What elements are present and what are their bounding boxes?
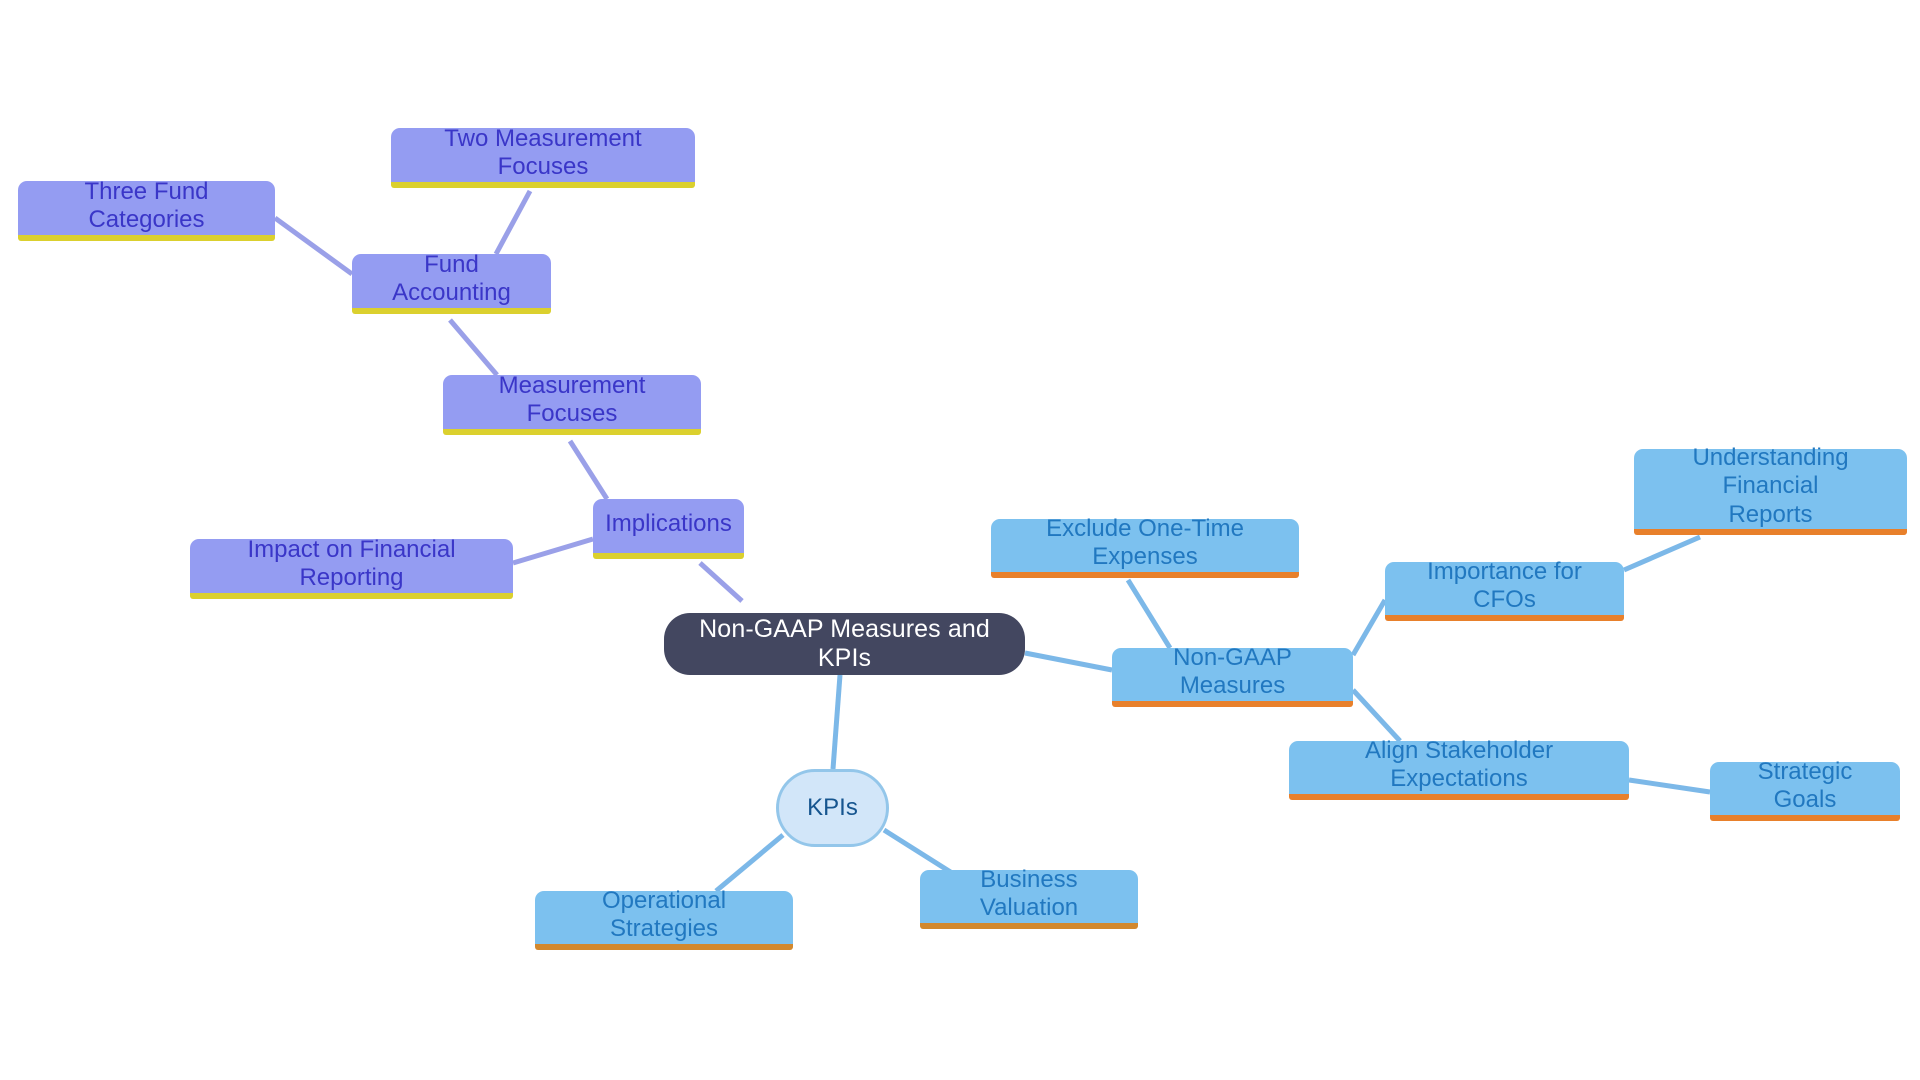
node-root[interactable]: Non-GAAP Measures and KPIs	[664, 613, 1025, 675]
node-fund-accounting[interactable]: Fund Accounting	[352, 251, 551, 314]
node-importance-for-cfos[interactable]: Importance for CFOs	[1385, 558, 1624, 621]
node-measurement-focuses[interactable]: Measurement Focuses	[443, 372, 701, 435]
node-understanding-financial-reports[interactable]: Understanding Financial Reports	[1634, 444, 1907, 535]
node-impact-on-financial-reporting[interactable]: Impact on Financial Reporting	[190, 536, 513, 599]
node-non-gaap-measures[interactable]: Non-GAAP Measures	[1112, 644, 1353, 707]
node-strategic-goals[interactable]: Strategic Goals	[1710, 758, 1900, 821]
node-business-valuation[interactable]: Business Valuation	[920, 866, 1138, 929]
node-layer: Non-GAAP Measures and KPIs Two Measuremen…	[0, 0, 1920, 1080]
node-implications[interactable]: Implications	[593, 499, 744, 559]
node-align-stakeholder-expectations[interactable]: Align Stakeholder Expectations	[1289, 737, 1629, 800]
node-operational-strategies[interactable]: Operational Strategies	[535, 887, 793, 950]
node-kpis[interactable]: KPIs	[776, 769, 889, 847]
node-three-fund-categories[interactable]: Three Fund Categories	[18, 178, 275, 241]
mind-map-canvas: Non-GAAP Measures and KPIs Two Measuremen…	[0, 0, 1920, 1080]
node-two-measurement-focuses[interactable]: Two Measurement Focuses	[391, 125, 695, 188]
node-exclude-one-time-expenses[interactable]: Exclude One-Time Expenses	[991, 515, 1299, 578]
